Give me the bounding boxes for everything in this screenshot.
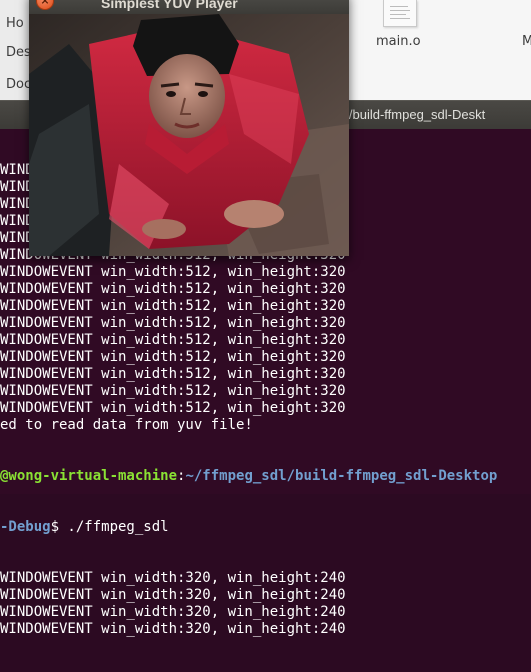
video-frame-image	[29, 14, 349, 256]
sidebar-item-home[interactable]: Ho	[6, 16, 24, 31]
terminal-line: WINDOWEVENT win_width:320, win_height:24…	[0, 604, 346, 620]
terminal-line: WINDOWEVENT win_width:512, win_height:32…	[0, 298, 346, 314]
terminal-line: WINDOWEVENT win_width:320, win_height:24…	[0, 621, 346, 637]
file-manager-sidebar: Ho Des Doc	[0, 0, 31, 102]
sidebar-item-desktop[interactable]: Des	[6, 45, 31, 60]
yuv-player-window[interactable]: × Simplest YUV Player	[29, 0, 349, 256]
terminal-line: WINDOWEVENT win_width:320, win_height:24…	[0, 570, 346, 586]
prompt-command: $ ./ffmpeg_sdl	[50, 519, 169, 535]
terminal-line: WINDOWEVENT win_width:512, win_height:32…	[0, 400, 346, 416]
player-title: Simplest YUV Player	[101, 0, 238, 11]
terminal-line: WINDOWEVENT win_width:512, win_height:32…	[0, 315, 346, 331]
terminal-line: WINDOWEVENT win_width:512, win_height:32…	[0, 383, 346, 399]
prompt-path-continued: -Debug	[0, 519, 51, 535]
file-icon[interactable]	[383, 0, 417, 27]
terminal-line: WINDOWEVENT win_width:512, win_height:32…	[0, 281, 346, 297]
terminal-line: WINDOWEVENT win_width:320, win_height:24…	[0, 587, 346, 603]
close-icon: ×	[40, 0, 50, 7]
file-label-partial[interactable]: M	[522, 34, 531, 49]
terminal-line: WINDOWEVENT win_width:512, win_height:32…	[0, 349, 346, 365]
terminal-line: ed to read data from yuv file!	[0, 417, 253, 433]
close-button[interactable]: ×	[36, 0, 54, 10]
terminal-line: WINDOWEVENT win_width:512, win_height:32…	[0, 366, 346, 382]
file-label[interactable]: main.o	[376, 34, 421, 49]
terminal-command-line: -Debug$ ./ffmpeg_sdl	[0, 519, 531, 536]
terminal-line: WINDOWEVENT win_width:512, win_height:32…	[0, 332, 346, 348]
terminal-title: l/build-ffmpeg_sdl-Deskt	[346, 107, 486, 122]
prompt-user: @wong-virtual-machine	[0, 468, 178, 484]
prompt-path: ~/ffmpeg_sdl/build-ffmpeg_sdl-Desktop	[185, 468, 498, 484]
sidebar-item-documents[interactable]: Doc	[6, 77, 31, 92]
player-titlebar[interactable]: × Simplest YUV Player	[29, 0, 349, 14]
terminal-line: WINDOWEVENT win_width:512, win_height:32…	[0, 264, 346, 280]
terminal-prompt-line: @wong-virtual-machine:~/ffmpeg_sdl/build…	[0, 468, 531, 485]
video-frame	[29, 14, 349, 256]
